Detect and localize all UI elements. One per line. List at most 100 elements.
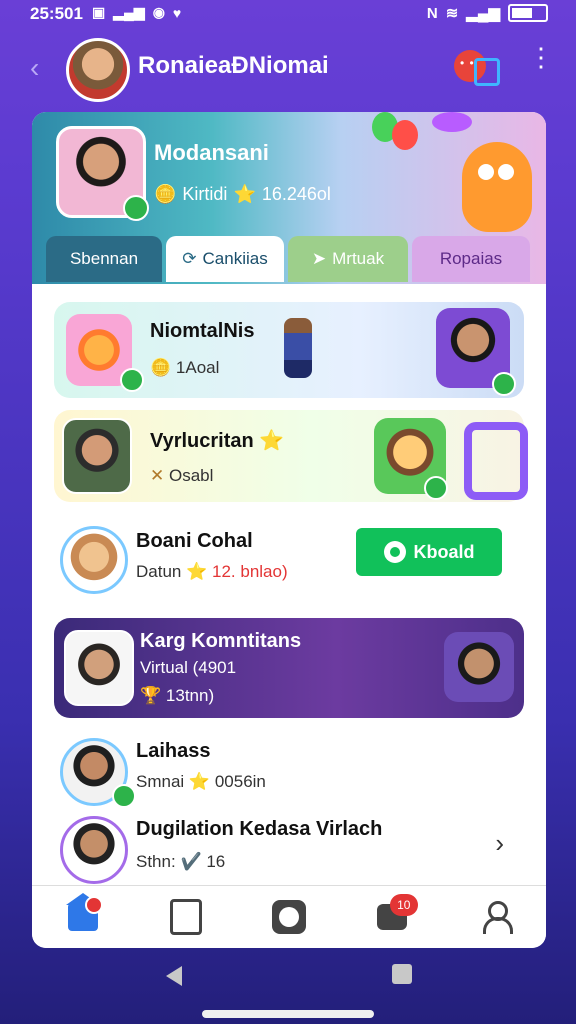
content-list: NiomtalNis 🪙 1Aoal Vyrlucritan ⭐ ✕ Osabl: [32, 284, 546, 884]
main-panel: Modansani 🪙 Kirtidi ⭐ 16.246ol Sbennan ⟳…: [32, 112, 546, 948]
camera-icon: [271, 900, 306, 934]
list-item-subtitle: Sthn: ✔️ 16: [136, 852, 225, 872]
tab-label: Cankiias: [202, 249, 268, 268]
hero-stat-label: Kirtidi: [182, 184, 228, 204]
tab-ropaias[interactable]: Ropaias: [412, 236, 530, 282]
card-title: Vyrlucritan ⭐: [150, 428, 284, 453]
list-item-subtitle-text: Smnai: [136, 772, 185, 791]
verified-badge-icon: [492, 372, 516, 396]
heart-icon: ♥: [172, 4, 182, 21]
tabs-bar: Sbennan ⟳ Cankiias ➤ Mrtuak Ropaias: [46, 236, 546, 282]
more-options-button[interactable]: ⋮: [528, 44, 554, 70]
list-item-subtitle: Datun ⭐ 12. bnlao): [136, 562, 288, 582]
list-item-subtitle-text: Datun: [136, 562, 182, 581]
nav-library[interactable]: [154, 892, 218, 942]
signal-icon: ▂▄▆: [466, 5, 500, 22]
list-item-title: Laihass: [136, 740, 211, 762]
circle-icon: ◉: [152, 4, 165, 20]
book-icon: [170, 899, 203, 935]
whatsapp-icon: [383, 541, 406, 563]
notification-dot-icon: [85, 896, 104, 914]
card-title: NiomtalNis: [150, 320, 255, 342]
app-title: RonaieaÐNiomai: [138, 52, 329, 79]
list-item[interactable]: Dugilation Kedasa Virlach Sthn: ✔️ 16 ›: [54, 810, 524, 886]
nav-profile[interactable]: [463, 892, 527, 942]
list-item-subtitle: Smnai ⭐ 0056in: [136, 772, 266, 792]
list-card[interactable]: NiomtalNis 🪙 1Aoal: [54, 302, 524, 398]
status-bar: 25:501 ▣ ▂▄▆ ◉ ♥ N ≋ ▂▄▆: [0, 0, 576, 28]
hero-stats: 🪙 Kirtidi ⭐ 16.246ol: [154, 184, 331, 205]
list-card[interactable]: Vyrlucritan ⭐ ✕ Osabl: [54, 410, 528, 502]
system-back-icon[interactable]: [166, 966, 182, 986]
battery-icon: [508, 4, 548, 22]
hero-profile-photo[interactable]: [56, 126, 149, 221]
card-thumbnail: [64, 630, 134, 706]
balloon-icon: [432, 112, 472, 132]
list-item-subtitle-text: Sthn:: [136, 852, 176, 871]
list-item-avatar: [60, 816, 128, 884]
status-right-icons: N ≋ ▂▄▆: [427, 4, 548, 22]
card-subtitle: Virtual (4901: [140, 658, 237, 677]
list-item-title: Boani Cohal: [136, 530, 253, 552]
nav-home[interactable]: [51, 892, 115, 942]
list-item-title: Dugilation Kedasa Virlach: [136, 818, 383, 840]
back-button[interactable]: ‹: [30, 52, 39, 84]
hero-name: Modansani: [154, 140, 269, 165]
check-icon: ✔️: [180, 852, 202, 871]
tab-label: Mrtuak: [332, 249, 385, 268]
chat-button[interactable]: [454, 48, 500, 86]
card-subtitle: ✕ Osabl: [150, 466, 213, 486]
list-item-avatar: [60, 526, 128, 594]
follow-button-label: Kboald: [413, 541, 475, 562]
card-side-photo: [444, 632, 514, 702]
trophy-icon: 🏆: [140, 686, 162, 705]
nav-camera[interactable]: [257, 892, 321, 942]
card-subtitle: 🪙 1Aoal: [150, 358, 219, 378]
send-icon: ➤: [311, 249, 327, 268]
card-thumbnail: [62, 418, 132, 494]
list-item[interactable]: Boani Cohal Datun ⭐ 12. bnlao) Kboald: [54, 520, 524, 602]
card-subtitle-text: Osabl: [168, 466, 214, 485]
verified-badge-icon: [112, 784, 136, 808]
list-item-value: 16: [206, 852, 226, 871]
profile-hero: Modansani 🪙 Kirtidi ⭐ 16.246ol Sbennan ⟳…: [32, 112, 546, 284]
signal-icon: ▂▄▆: [113, 4, 145, 20]
tab-mrtuak[interactable]: ➤ Mrtuak: [288, 236, 408, 282]
close-icon: ✕: [150, 466, 165, 485]
list-card-highlight[interactable]: Karg Komntitans Virtual (4901 🏆 13tnn): [54, 618, 524, 718]
link-icon: ⟳: [182, 249, 197, 268]
toy-figure-icon: [284, 318, 312, 378]
verified-badge-icon: [123, 195, 149, 221]
mascot-illustration: [452, 132, 542, 242]
star-icon: ⭐: [259, 430, 285, 452]
mascot-eye: [478, 164, 494, 180]
verified-badge-icon: [120, 368, 144, 392]
coin-icon: 🪙: [154, 184, 177, 204]
bottom-nav: 10: [32, 885, 546, 948]
balloon-icon: [392, 120, 418, 150]
star-icon: ⭐: [188, 772, 211, 791]
profile-avatar[interactable]: [66, 38, 130, 102]
video-icon: [474, 58, 500, 86]
hero-stat-value: 16.246ol: [261, 184, 331, 204]
tab-cankiias[interactable]: ⟳ Cankiias: [166, 236, 284, 282]
system-home-bar[interactable]: [202, 1010, 374, 1018]
nav-messages[interactable]: 10: [360, 892, 424, 942]
messages-count-badge: 10: [389, 894, 418, 916]
card-title: Karg Komntitans: [140, 630, 302, 652]
person-icon: [481, 901, 513, 934]
star-icon: ⭐: [186, 562, 208, 581]
status-time: 25:501: [30, 4, 83, 23]
card-subtitle-2: 🏆 13tnn): [140, 686, 214, 706]
mascot-body: [462, 142, 532, 232]
status-left-icons: ▣ ▂▄▆ ◉ ♥: [92, 4, 181, 21]
follow-button[interactable]: Kboald: [356, 528, 502, 576]
star-icon: ⭐: [233, 184, 256, 204]
chevron-right-icon[interactable]: ›: [495, 828, 504, 859]
tab-sbennan[interactable]: Sbennan: [46, 236, 162, 282]
coin-icon: 🪙: [150, 358, 172, 377]
list-item[interactable]: Laihass Smnai ⭐ 0056in: [54, 732, 524, 808]
list-item-value: 12. bnlao): [212, 562, 288, 581]
card-subtitle-text: 1Aoal: [175, 358, 220, 377]
system-recents-icon[interactable]: [392, 964, 412, 984]
